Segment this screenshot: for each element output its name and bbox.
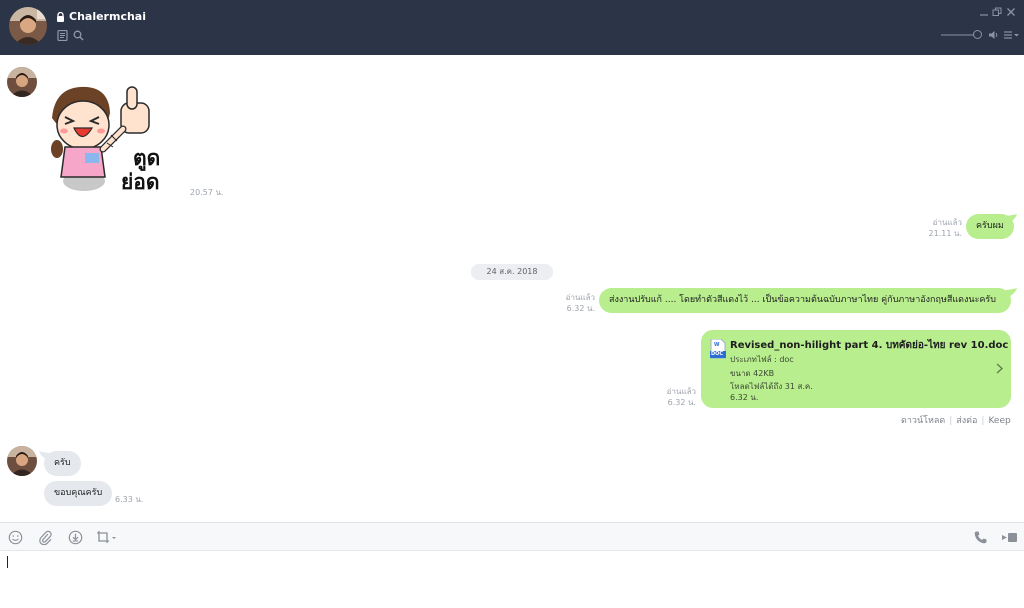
- message-list[interactable]: ตูด ย่อด 20.57 น. อ่านแล้ว 21.11 น. ครับ…: [0, 55, 1024, 522]
- message-time: 20.57 น.: [190, 188, 224, 197]
- contact-name[interactable]: Chalermchai: [69, 10, 146, 23]
- sender-avatar[interactable]: [7, 67, 37, 97]
- file-actions: ดาวน์โหลด | ส่งต่อ | Keep: [901, 413, 1011, 427]
- date-separator: 24 ส.ค. 2018: [471, 264, 553, 280]
- notes-icon[interactable]: [57, 30, 68, 41]
- bubble-tail: [1006, 288, 1017, 297]
- close-icon[interactable]: [1006, 7, 1016, 17]
- save-icon[interactable]: [68, 530, 83, 545]
- video-call-icon[interactable]: [1001, 530, 1018, 545]
- search-icon[interactable]: [73, 30, 84, 41]
- file-name: Revised_non-hilight part 4. บทคัดย่อ-ไทย…: [730, 340, 1009, 351]
- compose-toolbar: [0, 522, 1024, 551]
- message-time: 6.32 น.: [667, 398, 696, 407]
- sticker[interactable]: ตูด ย่อด: [47, 83, 179, 195]
- lock-icon: [57, 12, 64, 22]
- download-link[interactable]: ดาวน์โหลด: [901, 416, 945, 426]
- menu-icon[interactable]: [1004, 31, 1019, 39]
- chat-header: Chalermchai: [0, 0, 1024, 55]
- divider: |: [949, 416, 953, 426]
- chevron-right-icon[interactable]: [996, 363, 1003, 374]
- text-cursor: [7, 556, 8, 568]
- svg-text:ย่อด: ย่อด: [121, 170, 160, 194]
- volume-icon[interactable]: [988, 30, 999, 40]
- volume-slider-handle[interactable]: [973, 30, 982, 39]
- screenshot-icon[interactable]: [96, 530, 118, 545]
- message-bubble-incoming[interactable]: ครับ: [44, 451, 81, 476]
- call-icon[interactable]: [973, 530, 988, 545]
- svg-text:ตูด: ตูด: [133, 146, 160, 172]
- file-type: ประเภทไฟล์ : doc: [730, 355, 794, 364]
- message-time: 6.32 น.: [566, 304, 595, 313]
- file-time: 6.32 น.: [730, 393, 759, 402]
- read-receipt: อ่านแล้ว: [565, 293, 595, 302]
- keep-link[interactable]: Keep: [988, 416, 1010, 426]
- bubble-tail: [1006, 214, 1017, 223]
- message-time: 21.11 น.: [928, 229, 962, 238]
- contact-avatar[interactable]: [9, 7, 47, 45]
- message-input[interactable]: [0, 551, 1024, 608]
- file-size: ขนาด 42KB: [730, 369, 775, 378]
- attach-icon[interactable]: [38, 530, 53, 545]
- message-bubble-outgoing[interactable]: ส่งงานปรับแก้ .... โดยทำตัวสีแดงไว้ ... …: [599, 288, 1011, 313]
- read-receipt: อ่านแล้ว: [932, 218, 962, 227]
- file-icon-label-top: W: [714, 342, 720, 348]
- restore-icon[interactable]: [992, 7, 1002, 17]
- volume-slider-track[interactable]: [941, 34, 977, 36]
- minimize-icon[interactable]: [979, 7, 989, 17]
- sender-avatar[interactable]: [7, 446, 37, 476]
- read-receipt: อ่านแล้ว: [666, 387, 696, 396]
- share-link[interactable]: ส่งต่อ: [956, 416, 977, 426]
- message-bubble-incoming[interactable]: ขอบคุณครับ: [44, 481, 113, 506]
- emoji-icon[interactable]: [8, 530, 23, 545]
- file-message-bubble[interactable]: W DOC Revised_non-hilight part 4. บทคัดย…: [701, 330, 1011, 408]
- message-time: 6.33 น.: [115, 495, 144, 504]
- file-icon-label-bottom: DOC: [711, 351, 724, 357]
- divider: |: [981, 416, 985, 426]
